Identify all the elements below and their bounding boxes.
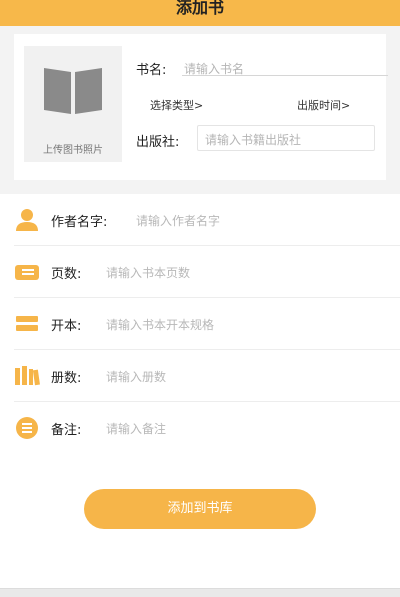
author-input[interactable]: 请输入作者名字 — [136, 212, 220, 229]
notes-field-row[interactable]: 备注: 请输入备注 — [0, 402, 400, 454]
publisher-placeholder: 请输入书籍出版社 — [205, 133, 302, 147]
publish-date-button[interactable]: 出版时间> — [297, 97, 350, 113]
book-fields-list: 作者名字: 请输入作者名字 页数: 请输入书本页数 开本: 请输入书本开本规格 … — [0, 194, 400, 458]
book-name-label: 书名: — [136, 63, 167, 78]
volumes-icon — [15, 366, 40, 386]
pages-field-row[interactable]: 页数: 请输入书本页数 — [0, 246, 400, 298]
author-field-row[interactable]: 作者名字: 请输入作者名字 — [0, 194, 400, 246]
book-info-card: 上传图书照片 书名: 请输入书名 选择类型> 出版时间> 出版社: 请输入书籍出… — [14, 34, 388, 180]
volumes-field-row[interactable]: 册数: 请输入册数 — [0, 350, 400, 402]
upload-photo-button[interactable]: 上传图书照片 — [24, 46, 122, 162]
volumes-input[interactable]: 请输入册数 — [106, 368, 166, 385]
format-label: 开本: — [51, 319, 82, 334]
add-to-library-button[interactable]: 添加到书库 — [84, 489, 316, 529]
page-title: 添加书 — [175, 0, 224, 17]
upload-photo-label: 上传图书照片 — [43, 145, 103, 156]
book-name-underline — [182, 75, 388, 76]
notes-input[interactable]: 请输入备注 — [106, 420, 166, 437]
pages-input[interactable]: 请输入书本页数 — [106, 264, 190, 281]
author-label: 作者名字: — [51, 215, 108, 230]
select-type-button[interactable]: 选择类型> — [150, 97, 203, 113]
pages-icon — [15, 265, 39, 280]
pages-label: 页数: — [51, 267, 82, 282]
top-bar: 添加书 — [0, 0, 400, 26]
volumes-label: 册数: — [51, 371, 82, 386]
format-icon — [16, 316, 38, 331]
notes-icon — [16, 417, 38, 439]
publisher-input[interactable]: 请输入书籍出版社 — [197, 125, 375, 151]
book-icon — [44, 68, 102, 114]
publisher-label: 出版社: — [136, 135, 180, 150]
person-icon — [16, 209, 38, 231]
format-field-row[interactable]: 开本: 请输入书本开本规格 — [0, 298, 400, 350]
notes-label: 备注: — [51, 423, 82, 438]
format-input[interactable]: 请输入书本开本规格 — [106, 316, 214, 333]
bottom-bar — [0, 588, 400, 597]
